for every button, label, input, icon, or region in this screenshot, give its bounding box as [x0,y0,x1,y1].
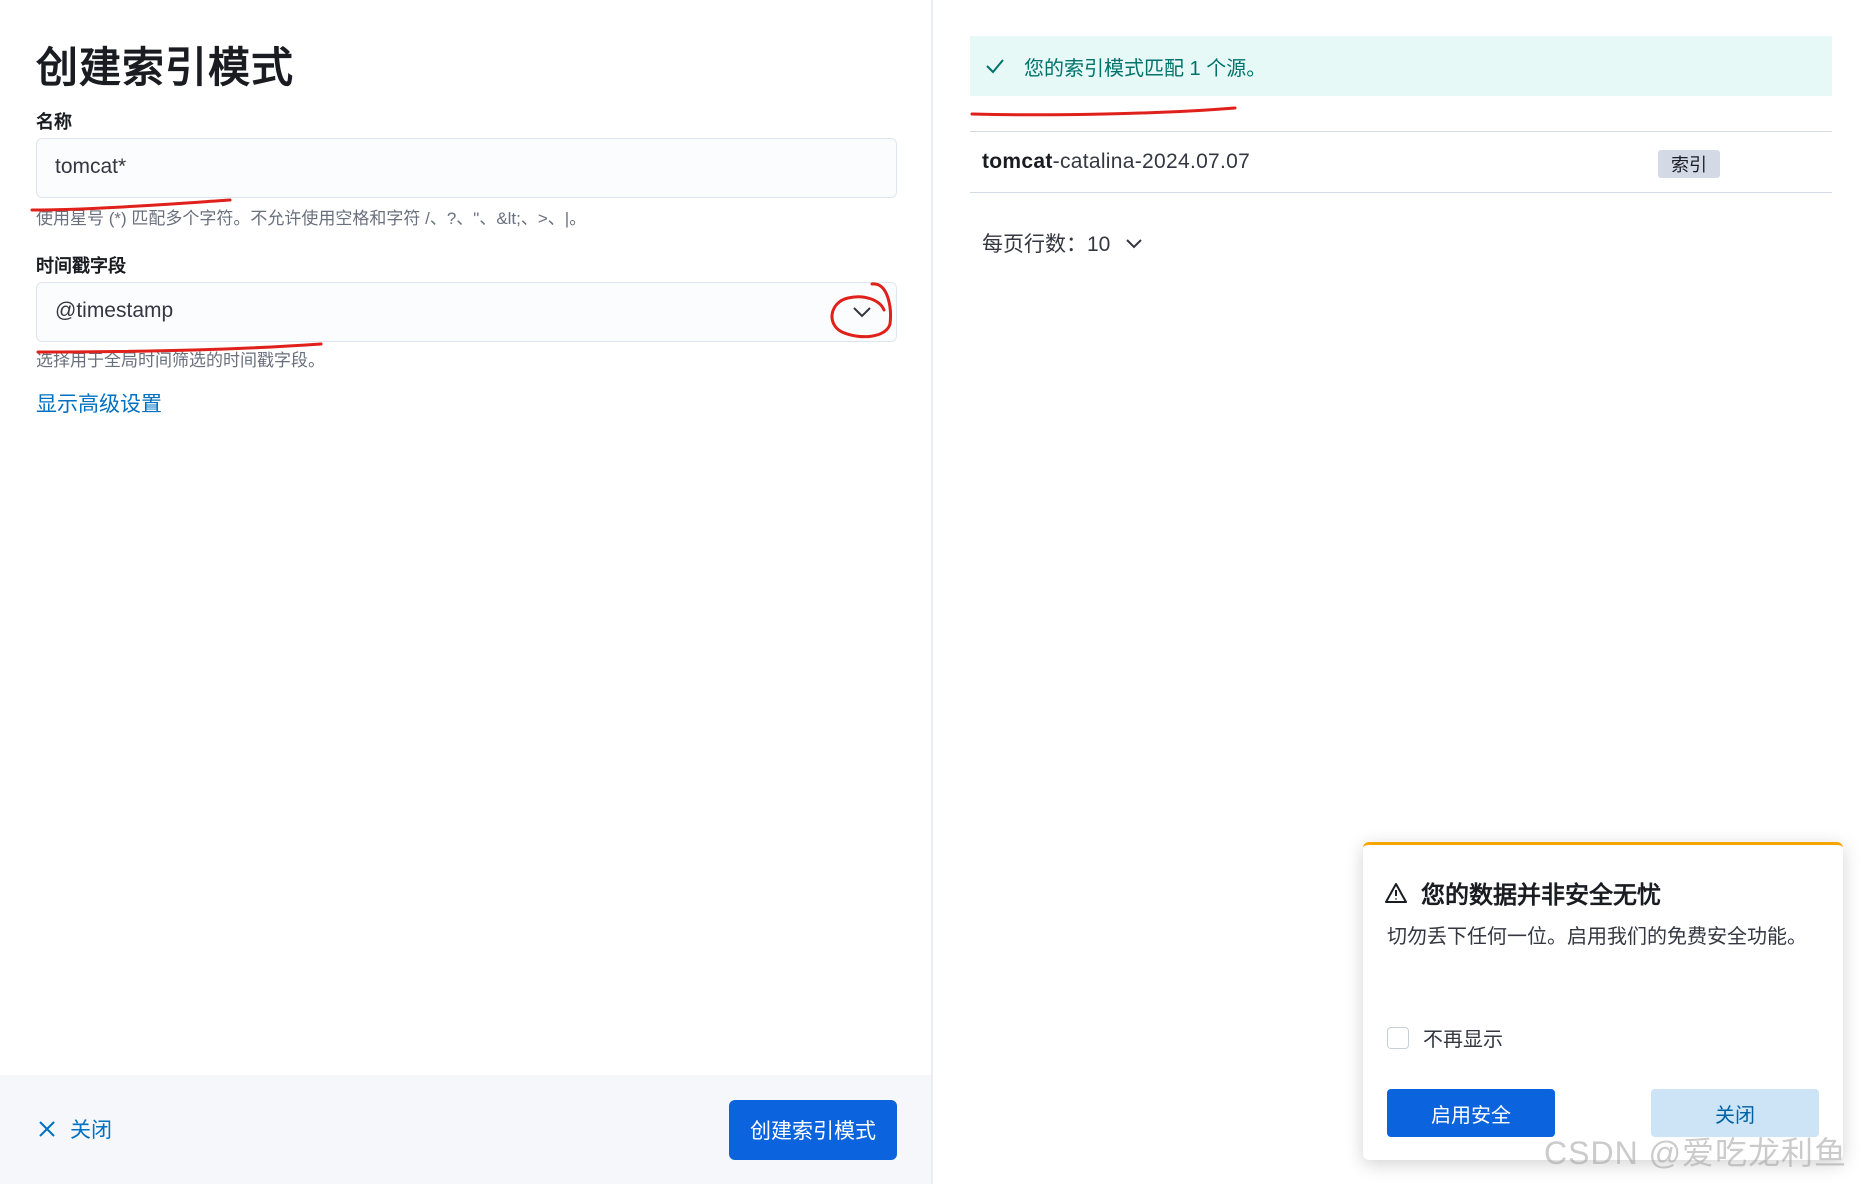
show-advanced-settings-link[interactable]: 显示高级设置 [36,388,162,418]
name-help-text: 使用星号 (*) 匹配多个字符。不允许使用空格和字符 /、?、"、&lt;、>、… [36,209,587,228]
dont-show-again-checkbox[interactable]: 不再显示 [1387,1023,1503,1052]
match-message: 您的索引模式匹配 1 个源。 [1024,57,1267,80]
check-icon [986,59,1004,74]
dont-show-again-label: 不再显示 [1423,1029,1503,1051]
toast-title: 您的数据并非安全无忧 [1385,875,1661,910]
close-button-label: 关闭 [70,1119,112,1142]
annotation-underline-match [970,106,1237,117]
name-input[interactable]: tomcat* [36,138,897,198]
timestamp-select-value: @timestamp [55,299,174,322]
index-name-rest: -catalina-2024.07.07 [1052,150,1251,173]
timestamp-label: 时间戳字段 [36,256,126,276]
rows-per-page-selector[interactable]: 每页行数：10 [982,228,1144,258]
timestamp-help-text: 选择用于全局时间筛选的时间戳字段。 [36,351,325,370]
index-name-match: tomcat [982,150,1053,173]
close-button[interactable]: 关闭 [38,1114,112,1144]
warning-icon [1385,882,1407,903]
create-index-pattern-panel: 创建索引模式 名称 tomcat* 使用星号 (*) 匹配多个字符。不允许使用空… [0,0,933,1184]
chevron-down-icon[interactable] [850,300,874,324]
index-type-badge: 索引 [1658,150,1720,178]
page-title: 创建索引模式 [36,44,295,91]
timestamp-field-select[interactable]: @timestamp [36,282,897,342]
toast-body: 切勿丢下任何一位。启用我们的免费安全功能。 [1387,926,1807,948]
toast-title-text: 您的数据并非安全无忧 [1421,882,1661,909]
index-name: tomcat-catalina-2024.07.07 [982,150,1250,174]
cross-icon [39,1121,55,1137]
chevron-down-icon [1126,239,1143,249]
security-warning-toast: 您的数据并非安全无忧 切勿丢下任何一位。启用我们的免费安全功能。 不再显示 启用… [1363,842,1843,1160]
enable-security-button[interactable]: 启用安全 [1387,1089,1555,1137]
matching-indices-table: tomcat-catalina-2024.07.07 索引 [970,131,1832,193]
create-index-pattern-button[interactable]: 创建索引模式 [729,1100,897,1160]
checkbox-box[interactable] [1387,1026,1409,1049]
toast-close-button[interactable]: 关闭 [1651,1089,1819,1137]
name-label: 名称 [36,112,72,132]
name-input-value: tomcat* [55,155,127,178]
match-success-callout: 您的索引模式匹配 1 个源。 [970,36,1832,96]
rows-per-page-label: 每页行数：10 [982,233,1111,256]
